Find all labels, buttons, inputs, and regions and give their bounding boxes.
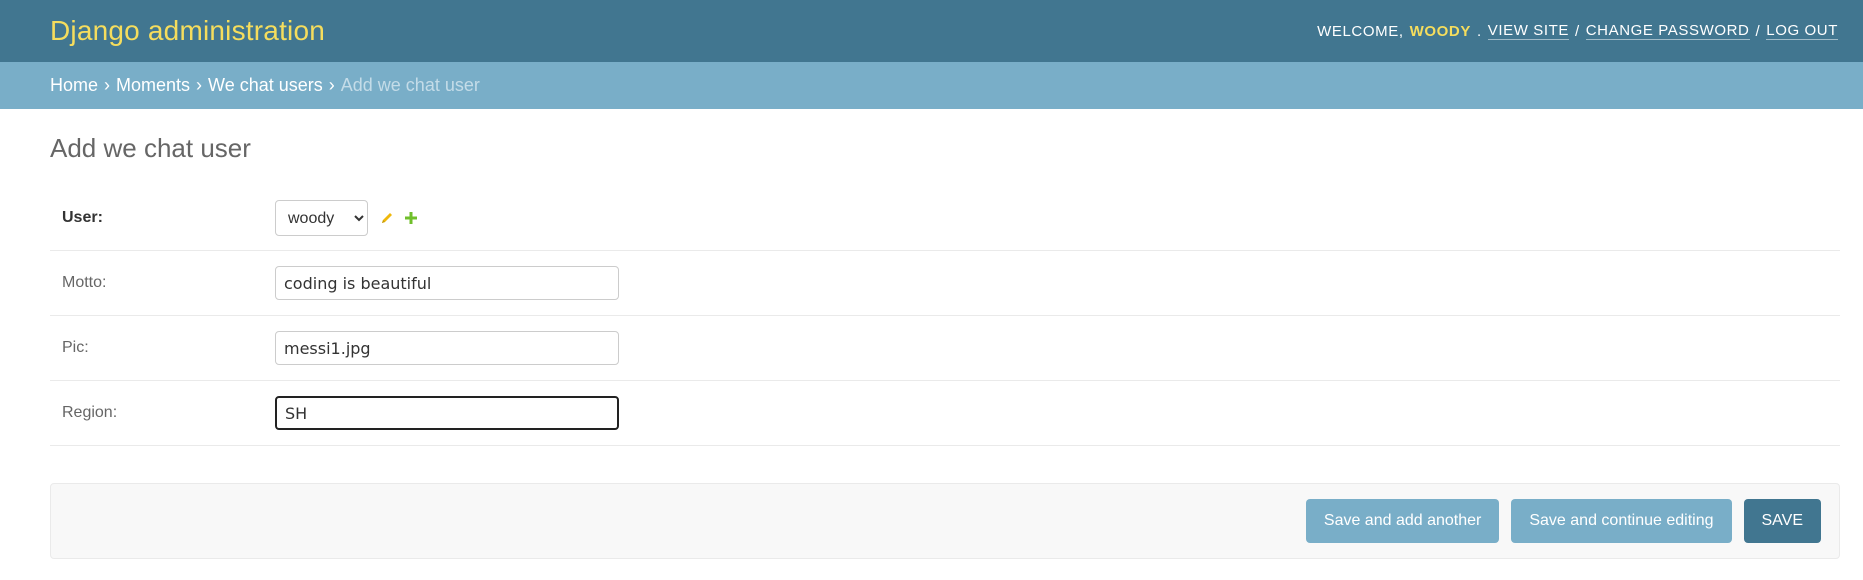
form-row-pic: Pic:: [50, 316, 1840, 382]
save-and-add-another-button[interactable]: Save and add another: [1305, 499, 1500, 544]
region-label: Region:: [62, 404, 118, 422]
breadcrumb-model[interactable]: We chat users: [208, 75, 323, 96]
view-site-link[interactable]: View site: [1487, 22, 1569, 40]
form-fieldset: User: woody Motto: coding is beautiful P…: [50, 186, 1840, 447]
log-out-link[interactable]: Log out: [1766, 22, 1838, 40]
save-and-continue-button[interactable]: Save and continue editing: [1511, 499, 1732, 544]
form-row-region: Region:: [50, 381, 1840, 447]
user-select[interactable]: woody: [275, 200, 368, 237]
breadcrumb-separator: ›: [196, 75, 203, 95]
user-label: User:: [62, 209, 103, 227]
change-password-link[interactable]: Change password: [1585, 22, 1750, 40]
related-widget-icons: [380, 211, 418, 225]
plus-icon[interactable]: [404, 211, 418, 225]
pic-input[interactable]: [275, 331, 619, 366]
content: Add we chat user User: woody Motto: codi…: [0, 109, 1863, 560]
pic-label: Pic:: [62, 339, 89, 357]
page-title: Add we chat user: [50, 133, 251, 163]
welcome-text: Welcome,: [1317, 22, 1404, 40]
form-row-motto: Motto:: [50, 251, 1840, 317]
user-tools: Welcome, woody. View site / Change passw…: [1317, 22, 1838, 40]
breadcrumb-separator: ›: [104, 75, 111, 95]
breadcrumb: Home › Moments › We chat users › Add we …: [0, 62, 1863, 109]
save-button[interactable]: Save: [1743, 499, 1821, 544]
breadcrumb-separator: ›: [328, 75, 335, 95]
form-row-user: User: woody: [50, 186, 1840, 252]
site-branding[interactable]: Django administration: [50, 15, 325, 47]
username: woody: [1409, 22, 1471, 40]
breadcrumb-home[interactable]: Home: [50, 75, 98, 96]
submit-row: Save and add another Save and continue e…: [50, 483, 1840, 560]
breadcrumb-current: Add we chat user: [340, 75, 480, 95]
breadcrumb-app[interactable]: Moments: [116, 75, 190, 96]
header: Django administration Welcome, woody. Vi…: [0, 0, 1863, 62]
region-input[interactable]: [275, 396, 619, 431]
motto-input[interactable]: [275, 266, 619, 301]
pencil-icon[interactable]: [380, 211, 394, 225]
motto-label: Motto:: [62, 274, 107, 292]
